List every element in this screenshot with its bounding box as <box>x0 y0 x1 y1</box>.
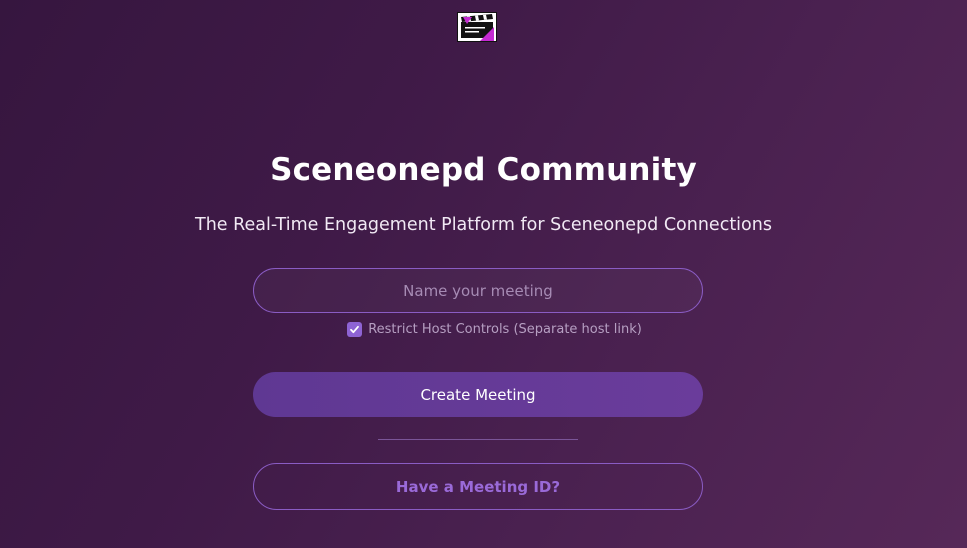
clapperboard-icon <box>458 13 496 41</box>
have-meeting-id-label: Have a Meeting ID? <box>395 477 561 496</box>
divider <box>378 439 578 440</box>
create-meeting-button[interactable]: Create Meeting <box>253 372 703 417</box>
page-title: Sceneonepd Community <box>270 152 697 188</box>
create-meeting-label: Create Meeting <box>420 385 536 404</box>
have-meeting-id-button[interactable]: Have a Meeting ID? <box>253 463 703 510</box>
meeting-name-input[interactable] <box>253 268 703 313</box>
checkmark-icon <box>350 325 360 334</box>
restrict-host-controls-label: Restrict Host Controls (Separate host li… <box>368 322 642 337</box>
restrict-host-controls-row: Restrict Host Controls (Separate host li… <box>0 322 967 337</box>
page-subtitle: The Real-Time Engagement Platform for Sc… <box>195 215 772 235</box>
logo <box>457 12 497 42</box>
restrict-host-controls-checkbox[interactable] <box>347 322 363 337</box>
